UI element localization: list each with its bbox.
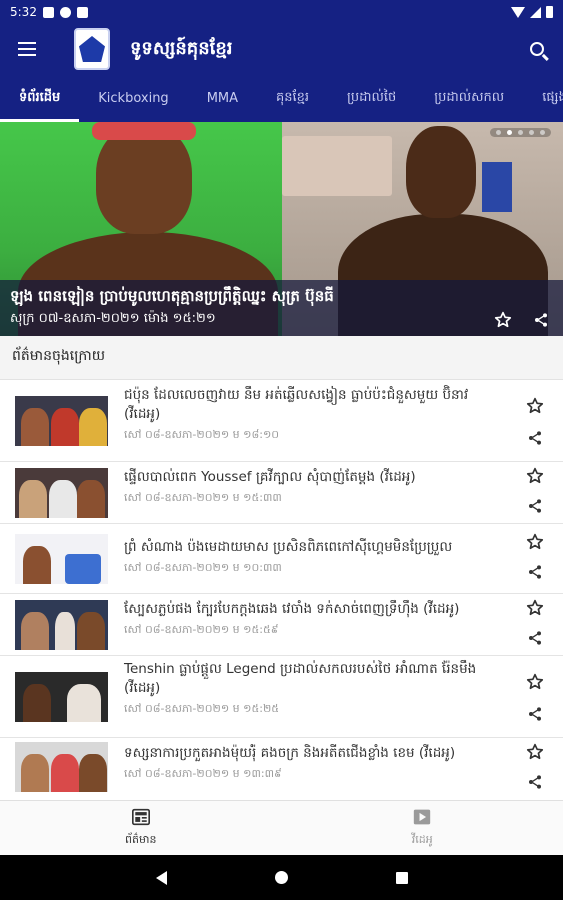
home-icon — [275, 871, 288, 884]
news-thumbnail — [15, 396, 108, 446]
bookmark-star-icon[interactable] — [525, 396, 545, 416]
share-icon[interactable] — [527, 564, 543, 580]
news-date: សៅ ០៨-ឧសភា-២០២១ ម ១០:៣៣ — [124, 561, 282, 574]
tab-kickboxing[interactable]: Kickboxing — [79, 74, 187, 122]
share-icon[interactable] — [527, 430, 543, 446]
news-thumbnail — [15, 742, 108, 792]
news-title: Tenshin ធ្លាប់ផ្តួល Legend ប្រដាល់សកលរបស… — [124, 661, 477, 696]
nav-news-label: ព័ត៌មាន — [125, 832, 157, 846]
news-item[interactable]: ទស្សនាការប្រកួតអាងម៉ុយរ៉ុំ គងចក្រ និងអតី… — [0, 738, 563, 800]
back-icon — [156, 870, 167, 885]
hero-carousel[interactable]: ឡុង ពេនឡៀន ប្រាប់មូលហេតុគ្មានប្រព្រឹត្តិ… — [0, 122, 563, 336]
app-bar: ទូទស្សន៍គុនខ្មែរ — [0, 24, 563, 74]
share-icon[interactable] — [527, 774, 543, 790]
search-button[interactable] — [511, 24, 563, 74]
bookmark-star-icon[interactable] — [525, 742, 545, 762]
news-item[interactable]: ស្បែសភ្លប់ផង ក្បែរបែកក្តងឆេង វេចាំង ទក់ស… — [0, 594, 563, 656]
share-icon[interactable] — [527, 630, 543, 646]
nav-video-label: វីដេអូ — [411, 832, 433, 846]
news-title: ស្បែសភ្លប់ផង ក្បែរបែកក្តងឆេង វេចាំង ទក់ស… — [124, 601, 460, 617]
news-item[interactable]: ព្រំ សំណាង ប៉ងមេដាយមាស ប្រសិនពិភពេកៅស៊ីហ… — [0, 524, 563, 594]
signal-icon — [530, 6, 541, 18]
latest-news-header: ព័ត៌មានចុងក្រោយ — [0, 336, 563, 380]
app-logo — [74, 28, 110, 70]
bottom-navigation: ព័ត៌មាន វីដេអូ — [0, 800, 563, 855]
bookmark-star-icon[interactable] — [525, 466, 545, 486]
tab-thai-boxing[interactable]: ប្រដាល់ថៃ — [328, 74, 415, 122]
news-thumbnail — [15, 600, 108, 650]
news-date: សៅ ០៨-ឧសភា-២០២១ ម ១៨:១០ — [124, 428, 280, 441]
hero-date: សុក្រ ០៧-ឧសភា-២០២១ ម៉ោង ១៥:២១ — [10, 311, 216, 326]
tab-mma[interactable]: MMA — [188, 74, 257, 122]
status-bar: 5:32 — [0, 0, 563, 24]
tab-other[interactable]: ផ្សេងៗ — [523, 74, 563, 122]
battery-icon — [546, 6, 553, 18]
hero-caption: ឡុង ពេនឡៀន ប្រាប់មូលហេតុគ្មានប្រព្រឹត្តិ… — [0, 280, 563, 336]
news-date: សៅ ០៨-ឧសភា-២០២១ ម ១៥:២៥ — [124, 702, 280, 715]
bookmark-star-icon[interactable] — [525, 598, 545, 618]
newspaper-icon — [131, 808, 151, 830]
news-thumbnail — [15, 468, 108, 518]
share-icon[interactable] — [533, 312, 549, 328]
video-icon — [412, 808, 432, 830]
news-title: ព្រំ សំណាង ប៉ងមេដាយមាស ប្រសិនពិភពេកៅស៊ីហ… — [124, 539, 453, 555]
notification-icon — [42, 6, 54, 18]
news-item[interactable]: ជប៉ុន ដែលលេចញវាយ នឹម អត់ឆ្លើលសង្វៀន ធ្លា… — [0, 380, 563, 462]
news-title: ផ្ទើលបាល់ពេក Youssef គ្រវីក្បាល សុំបាញ់ត… — [124, 469, 416, 485]
notification-icon — [59, 6, 71, 18]
hero-title: ឡុង ពេនឡៀន ប្រាប់មូលហេតុគ្មានប្រព្រឹត្តិ… — [10, 287, 334, 305]
home-button[interactable] — [222, 855, 342, 900]
menu-button[interactable] — [0, 24, 54, 74]
bookmark-star-icon[interactable] — [525, 532, 545, 552]
nav-video[interactable]: វីដេអូ — [282, 801, 563, 855]
bookmark-star-icon[interactable] — [525, 672, 545, 692]
news-date: សៅ ០៨-ឧសភា-២០២១ ម ១៥:៥៩ — [124, 623, 279, 636]
news-item[interactable]: ផ្ទើលបាល់ពេក Youssef គ្រវីក្បាល សុំបាញ់ត… — [0, 462, 563, 524]
bookmark-star-icon[interactable] — [493, 310, 513, 330]
news-date: សៅ ០៨-ឧសភា-២០២១ ម ១៥:៣៣ — [124, 491, 282, 504]
sd-card-icon — [76, 6, 88, 18]
news-thumbnail — [15, 534, 108, 584]
status-time: 5:32 — [10, 5, 37, 19]
recents-icon — [395, 871, 408, 884]
news-title: ជប៉ុន ដែលលេចញវាយ នឹម អត់ឆ្លើលសង្វៀន ធ្លា… — [124, 387, 469, 422]
share-icon[interactable] — [527, 706, 543, 722]
tab-international-boxing[interactable]: ប្រដាល់សកល — [415, 74, 523, 122]
news-title: ទស្សនាការប្រកួតអាងម៉ុយរ៉ុំ គងចក្រ និងអតី… — [124, 745, 456, 761]
news-date: សៅ ០៨-ឧសភា-២០២១ ម ១៣:៣៩ — [124, 767, 282, 780]
news-thumbnail — [15, 672, 108, 722]
tab-home[interactable]: ទំព័រដើម — [0, 74, 80, 122]
app-title: ទូទស្សន៍គុនខ្មែរ — [130, 37, 233, 59]
wifi-icon — [511, 6, 525, 18]
recents-button[interactable] — [342, 855, 462, 900]
category-tabs: ទំព័រដើម Kickboxing MMA គុនខ្មែរ ប្រដាល់… — [0, 74, 563, 122]
system-navigation-bar — [0, 855, 563, 900]
nav-news[interactable]: ព័ត៌មាន — [0, 801, 282, 855]
carousel-indicator — [490, 128, 551, 137]
search-icon — [530, 42, 544, 56]
news-item[interactable]: Tenshin ធ្លាប់ផ្តួល Legend ប្រដាល់សកលរបស… — [0, 656, 563, 738]
back-button[interactable] — [102, 855, 222, 900]
news-list: ជប៉ុន ដែលលេចញវាយ នឹម អត់ឆ្លើលសង្វៀន ធ្លា… — [0, 380, 563, 800]
hamburger-icon — [18, 42, 36, 56]
tab-khmer-boxing[interactable]: គុនខ្មែរ — [257, 74, 328, 122]
share-icon[interactable] — [527, 498, 543, 514]
